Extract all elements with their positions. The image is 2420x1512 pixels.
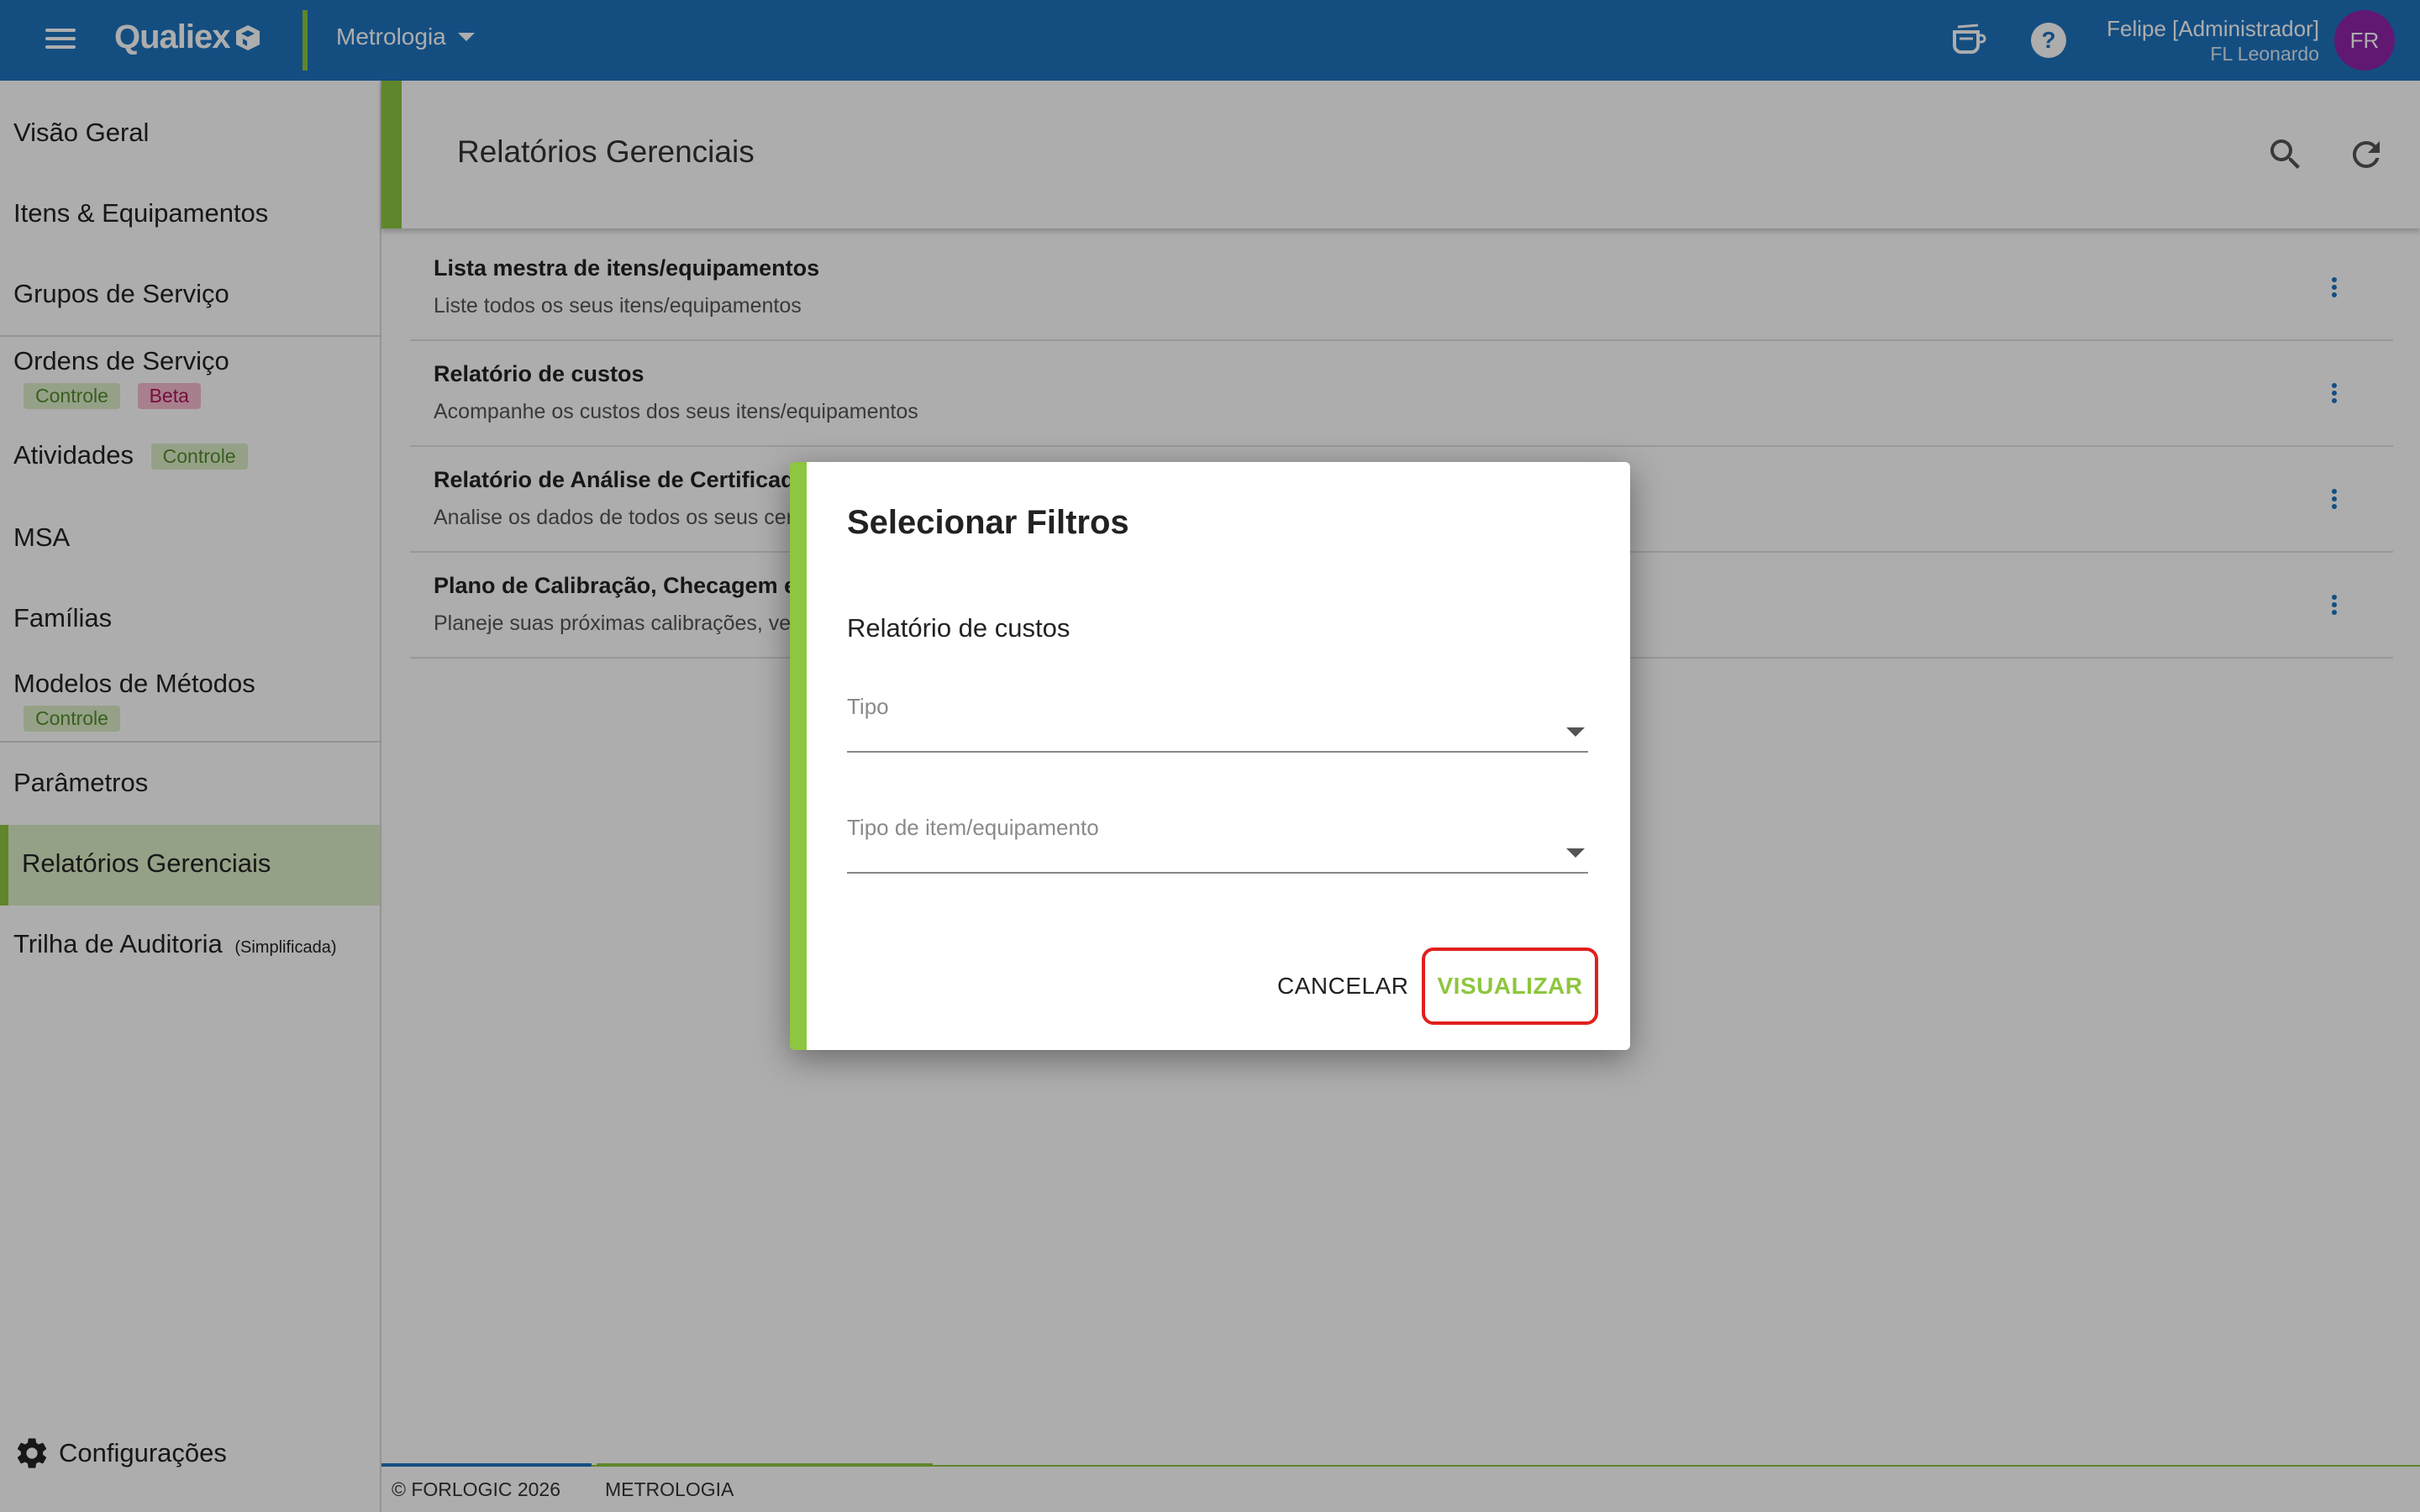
dialog-accent <box>790 462 807 1050</box>
chevron-down-icon <box>1566 727 1585 737</box>
visualizar-button[interactable]: VISUALIZAR <box>1422 948 1598 1025</box>
dialog-title: Selecionar Filtros <box>847 504 1129 541</box>
tipo-item-select[interactable]: Tipo de item/equipamento <box>847 815 1588 874</box>
tipo-select[interactable]: Tipo <box>847 694 1588 753</box>
chevron-down-icon <box>1566 848 1585 858</box>
visualizar-button-label: VISUALIZAR <box>1437 973 1583 999</box>
tipo-item-select-label: Tipo de item/equipamento <box>847 815 1099 840</box>
tipo-select-label: Tipo <box>847 694 889 719</box>
cancel-button[interactable]: CANCELAR <box>1277 973 1408 1000</box>
dialog-subtitle: Relatório de custos <box>847 613 1071 643</box>
filter-dialog: Selecionar Filtros Relatório de custos T… <box>790 462 1630 1050</box>
